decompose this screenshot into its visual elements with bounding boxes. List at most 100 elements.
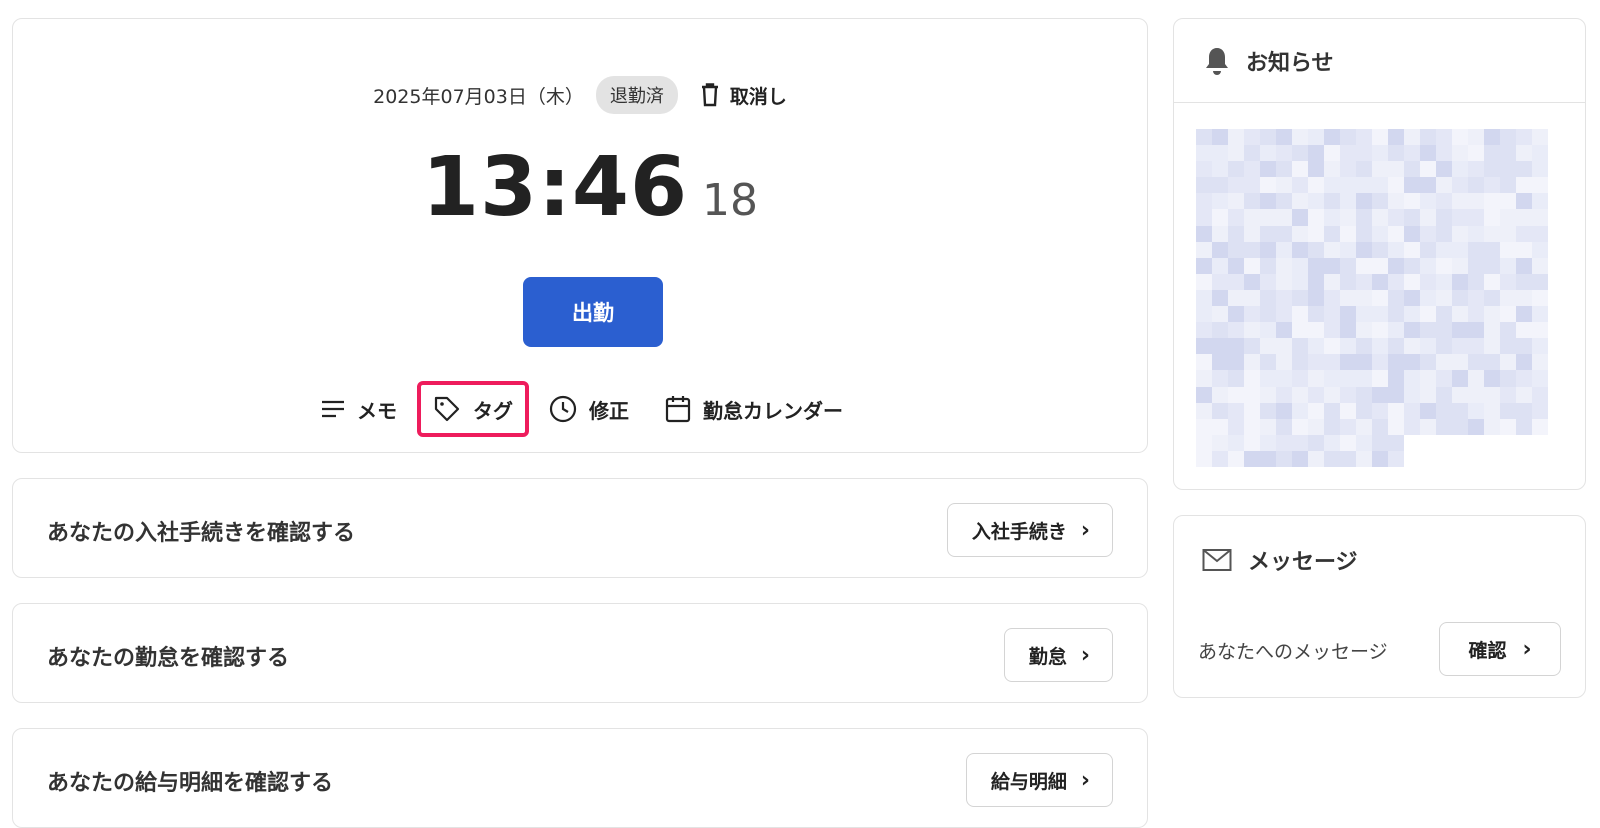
blur-cell — [1260, 450, 1276, 467]
action-row: メモ タグ 修正 勤怠カレンダー — [13, 381, 1147, 437]
blur-cell — [1356, 225, 1372, 242]
blur-cell — [1340, 289, 1356, 307]
blur-cell — [1324, 354, 1340, 371]
blur-cell — [1484, 306, 1500, 323]
blur-cell — [1532, 145, 1548, 162]
blur-cell — [1500, 354, 1516, 371]
cancel-button[interactable]: 取消し — [700, 82, 787, 109]
blur-cell — [1244, 193, 1260, 210]
blur-cell — [1228, 241, 1244, 258]
blur-cell — [1452, 193, 1468, 210]
blur-cell — [1212, 306, 1228, 323]
blur-cell — [1356, 257, 1372, 274]
blur-cell — [1468, 386, 1484, 403]
message-confirm-button[interactable]: 確認 › — [1439, 622, 1561, 676]
blur-cell — [1324, 241, 1340, 258]
blur-cell — [1372, 209, 1388, 226]
blur-cell — [1212, 370, 1228, 387]
blur-cell — [1452, 322, 1468, 339]
blur-cell — [1212, 322, 1228, 339]
blur-cell — [1452, 289, 1468, 307]
blur-cell — [1468, 273, 1484, 290]
blur-cell — [1468, 177, 1484, 194]
blur-cell — [1260, 354, 1276, 371]
blur-cell — [1372, 370, 1388, 387]
blur-cell — [1276, 386, 1292, 403]
blur-cell — [1404, 273, 1420, 290]
blur-cell — [1404, 306, 1420, 323]
blur-cell — [1196, 161, 1212, 178]
blur-cell — [1404, 161, 1420, 178]
blur-cell — [1500, 338, 1516, 355]
correction-button[interactable]: 修正 — [533, 381, 645, 437]
blur-cell — [1340, 434, 1356, 451]
blur-cell — [1420, 322, 1436, 339]
tag-button[interactable]: タグ — [417, 381, 529, 437]
clock-display: 13:46 18 — [13, 147, 1147, 229]
blur-cell — [1500, 370, 1516, 387]
blur-cell — [1436, 289, 1452, 307]
blur-cell — [1452, 129, 1468, 146]
blur-cell — [1484, 370, 1500, 387]
blur-cell — [1372, 193, 1388, 210]
blur-cell — [1452, 225, 1468, 242]
blur-cell — [1276, 434, 1292, 451]
blur-cell — [1324, 257, 1340, 274]
blur-cell — [1292, 161, 1308, 178]
blur-cell — [1228, 306, 1244, 323]
payslip-button[interactable]: 給与明細 › — [965, 753, 1113, 807]
blur-cell — [1260, 434, 1276, 451]
blur-cell — [1324, 289, 1340, 307]
blur-cell — [1260, 129, 1276, 146]
blur-cell — [1212, 273, 1228, 290]
blur-cell — [1484, 322, 1500, 339]
blur-cell — [1500, 418, 1516, 435]
payslip-button-label: 給与明細 — [990, 770, 1067, 793]
blur-cell — [1452, 450, 1468, 467]
blur-cell — [1276, 129, 1292, 146]
blur-cell — [1404, 241, 1420, 258]
attendance-calendar-button[interactable]: 勤怠カレンダー — [649, 381, 859, 437]
blur-cell — [1468, 209, 1484, 226]
blur-cell — [1436, 386, 1452, 403]
blur-cell — [1212, 177, 1228, 194]
blur-cell — [1372, 322, 1388, 339]
blur-cell — [1468, 225, 1484, 242]
blur-cell — [1244, 209, 1260, 226]
blur-cell — [1484, 354, 1500, 371]
blur-cell — [1372, 177, 1388, 194]
blur-cell — [1308, 273, 1324, 290]
blur-cell — [1500, 193, 1516, 210]
blur-cell — [1452, 177, 1468, 194]
blur-cell — [1516, 370, 1532, 387]
blur-cell — [1388, 177, 1404, 194]
blur-cell — [1228, 273, 1244, 290]
blur-cell — [1292, 273, 1308, 290]
onboarding-button[interactable]: 入社手続き › — [946, 503, 1113, 557]
blur-cell — [1404, 338, 1420, 355]
blur-cell — [1516, 145, 1532, 162]
date-row: 2025年07月03日（木） 退勤済 取消し — [13, 76, 1147, 114]
clock-seconds: 18 — [702, 175, 758, 226]
blur-cell — [1356, 450, 1372, 467]
blur-cell — [1228, 370, 1244, 387]
trash-icon — [700, 83, 720, 107]
blur-cell — [1420, 257, 1436, 274]
tag-icon — [433, 395, 461, 423]
blur-cell — [1196, 145, 1212, 162]
blur-cell — [1468, 241, 1484, 258]
blur-cell — [1356, 354, 1372, 371]
blur-cell — [1372, 402, 1388, 419]
attendance-button[interactable]: 勤怠 › — [1003, 628, 1113, 682]
memo-button[interactable]: メモ — [305, 381, 413, 437]
blur-cell — [1212, 386, 1228, 403]
blur-cell — [1532, 161, 1548, 178]
blur-cell — [1292, 338, 1308, 355]
blur-cell — [1436, 354, 1452, 371]
blur-cell — [1308, 225, 1324, 242]
blur-cell — [1532, 450, 1548, 467]
blur-cell — [1500, 306, 1516, 323]
clock-in-button[interactable]: 出勤 — [523, 277, 663, 347]
blur-cell — [1516, 209, 1532, 226]
payslip-card: あなたの給与明細を確認する 給与明細 › — [12, 728, 1148, 828]
